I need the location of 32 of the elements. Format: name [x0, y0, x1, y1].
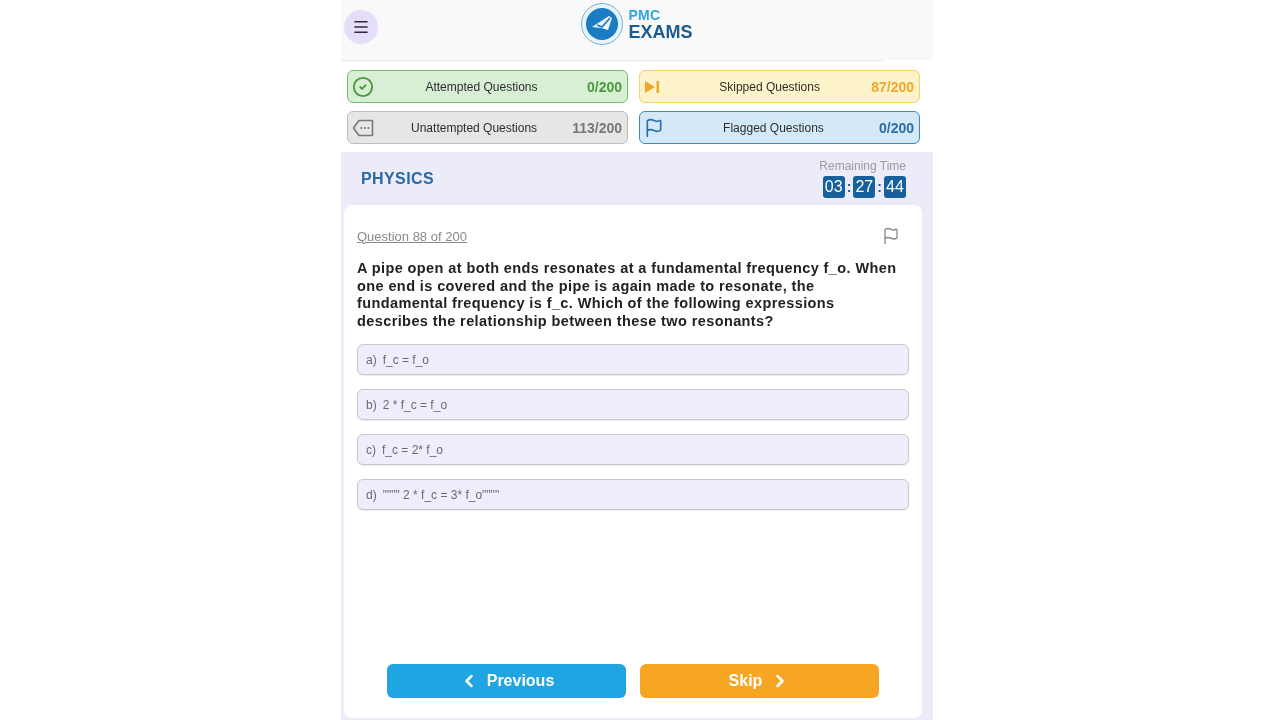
question-number: Question 88 of 200 — [357, 228, 467, 244]
stat-count: 0/200 — [878, 119, 914, 136]
brand-name: EXAMS — [628, 22, 693, 41]
check-circle-icon — [352, 75, 374, 98]
stat-count: 113/200 — [572, 119, 622, 136]
timer-digits: 44 — [884, 176, 906, 198]
timer-label: Remaining Time — [819, 159, 906, 173]
timer-digits: 27 — [853, 176, 876, 198]
answer-option[interactable]: d) """" 2 * f_c = 3* f_o"""" — [357, 479, 909, 510]
stat-label: Skipped Questions — [718, 79, 821, 94]
stat-count: 0/200 — [586, 78, 622, 95]
menu-icon — [352, 18, 370, 36]
subject-title: PHYSICS — [361, 169, 435, 188]
stat-label: Attempted Questions — [424, 79, 539, 94]
stat-label: Unattempted Questions — [410, 120, 539, 135]
timer-separator: : — [846, 179, 852, 195]
stat-count: 87/200 — [871, 78, 914, 95]
logo-icon — [581, 3, 624, 45]
menu-button[interactable] — [344, 10, 378, 44]
answer-option[interactable]: a) f_c = f_o — [357, 344, 909, 375]
stat-label: Flagged Questions — [722, 120, 825, 135]
flag-icon[interactable] — [882, 227, 900, 245]
timer-digits: 03 — [822, 176, 845, 198]
previous-button[interactable]: Previous — [387, 664, 626, 698]
answer-option[interactable]: b) 2 * f_c = f_o — [357, 389, 909, 420]
tag-icon — [352, 118, 374, 137]
answer-option[interactable]: c) f_c = 2* f_o — [357, 434, 909, 465]
skip-icon — [644, 79, 660, 94]
flag-icon — [644, 117, 664, 138]
timer-separator: : — [877, 179, 882, 195]
question-text: A pipe open at both ends resonates at a fundamental frequency f_o. When one end is covered and the pipe is again made to resonate, the fundamental frequency is f_c. Which of the following expressions describes the relationship between these two resonants? — [357, 260, 898, 330]
brand-name: PMC — [628, 7, 662, 22]
